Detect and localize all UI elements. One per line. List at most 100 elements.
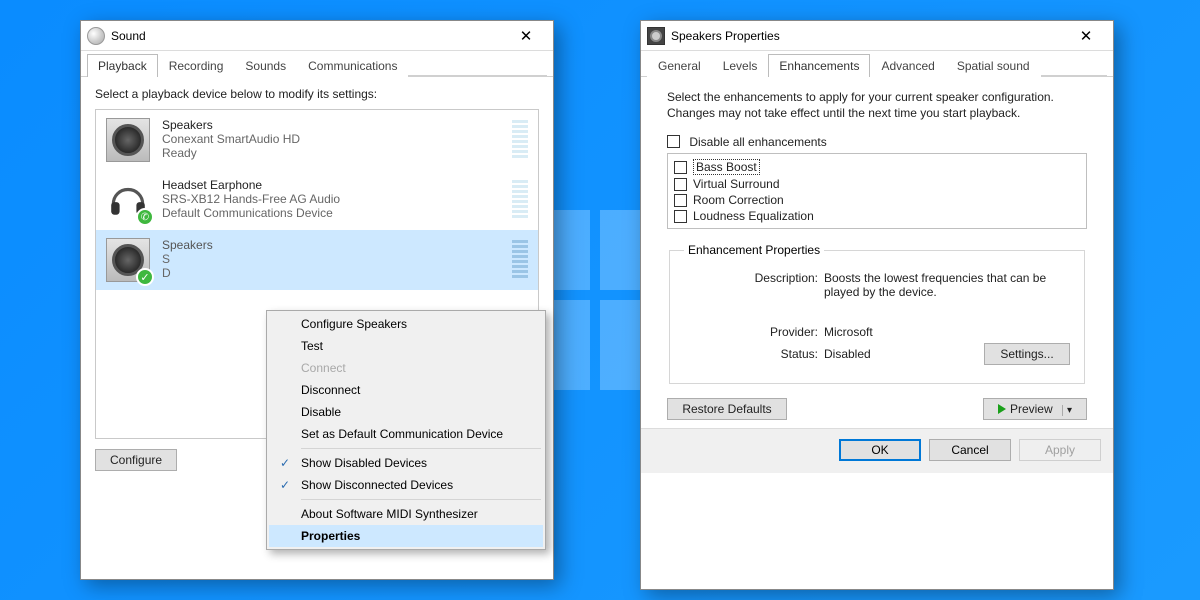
properties-tabstrip: General Levels Enhancements Advanced Spa… [641, 51, 1113, 77]
menu-show-disconnected[interactable]: ✓ Show Disconnected Devices [269, 474, 543, 496]
checkbox-bass-boost[interactable] [674, 161, 687, 174]
sound-title: Sound [111, 29, 505, 43]
device-icon-speaker: ✓ [106, 238, 150, 282]
tab-levels[interactable]: Levels [712, 54, 769, 77]
preview-button[interactable]: Preview [983, 398, 1087, 420]
checkbox-virtual-surround[interactable] [674, 178, 687, 191]
menu-configure-speakers[interactable]: Configure Speakers [269, 313, 543, 335]
close-icon[interactable]: ✕ [1065, 22, 1107, 50]
checkmark-icon: ✓ [277, 478, 293, 492]
menu-set-default-comm[interactable]: Set as Default Communication Device [269, 423, 543, 445]
properties-window: Speakers Properties ✕ General Levels Enh… [640, 20, 1114, 590]
device-status: Default Communications Device [162, 206, 500, 220]
menu-disable[interactable]: Disable [269, 401, 543, 423]
checkmark-icon: ✓ [277, 456, 293, 470]
play-icon [998, 404, 1006, 414]
menu-test[interactable]: Test [269, 335, 543, 357]
apply-button: Apply [1019, 439, 1101, 461]
enhancement-row[interactable]: Room Correction [674, 192, 1080, 208]
checkbox-room-correction[interactable] [674, 194, 687, 207]
disable-all-label: Disable all enhancements [689, 135, 826, 149]
enhancement-row[interactable]: Loudness Equalization [674, 208, 1080, 224]
device-icon-headset: ✆ [106, 178, 150, 222]
properties-title: Speakers Properties [671, 29, 1065, 43]
enhancements-intro: Select the enhancements to apply for you… [667, 89, 1087, 121]
menu-disconnect[interactable]: Disconnect [269, 379, 543, 401]
device-desc: S [162, 252, 500, 266]
description-label: Description: [684, 271, 824, 299]
disable-all-row[interactable]: Disable all enhancements [667, 135, 1087, 149]
tab-spatial-sound[interactable]: Spatial sound [946, 54, 1041, 77]
device-text: Headset Earphone SRS-XB12 Hands-Free AG … [162, 178, 500, 220]
level-meter-icon [512, 240, 528, 278]
dialog-footer: OK Cancel Apply [641, 428, 1113, 473]
device-name: Speakers [162, 238, 500, 252]
device-text: Speakers S D [162, 238, 500, 280]
description-row: Description: Boosts the lowest frequenci… [684, 271, 1070, 299]
configure-button[interactable]: Configure [95, 449, 177, 471]
status-label: Status: [684, 347, 824, 361]
enhancements-list[interactable]: Bass Boost Virtual Surround Room Correct… [667, 153, 1087, 229]
checkbox-disable-all[interactable] [667, 135, 680, 148]
enhancement-row[interactable]: Virtual Surround [674, 176, 1080, 192]
menu-show-disabled[interactable]: ✓ Show Disabled Devices [269, 452, 543, 474]
sound-tabstrip: Playback Recording Sounds Communications [81, 51, 553, 77]
menu-connect: Connect [269, 357, 543, 379]
enhancement-row[interactable]: Bass Boost [674, 158, 1080, 176]
restore-defaults-button[interactable]: Restore Defaults [667, 398, 787, 420]
close-icon[interactable]: ✕ [505, 22, 547, 50]
device-row[interactable]: ✆ Headset Earphone SRS-XB12 Hands-Free A… [96, 170, 538, 230]
properties-titlebar[interactable]: Speakers Properties ✕ [641, 21, 1113, 51]
tab-playback[interactable]: Playback [87, 54, 158, 77]
device-icon-speaker [106, 118, 150, 162]
tab-recording[interactable]: Recording [158, 54, 235, 77]
tab-enhancements[interactable]: Enhancements [768, 54, 870, 77]
menu-divider [301, 499, 541, 500]
enhancement-label: Virtual Surround [693, 177, 780, 191]
enhancement-label: Loudness Equalization [693, 209, 814, 223]
preview-label: Preview [1010, 402, 1053, 416]
settings-button[interactable]: Settings... [984, 343, 1070, 365]
menu-item-label: Show Disabled Devices [301, 456, 427, 470]
ok-button[interactable]: OK [839, 439, 921, 461]
menu-about-midi[interactable]: About Software MIDI Synthesizer [269, 503, 543, 525]
device-desc: SRS-XB12 Hands-Free AG Audio [162, 192, 500, 206]
provider-value: Microsoft [824, 325, 1070, 339]
group-legend: Enhancement Properties [684, 243, 824, 257]
level-meter-icon [512, 120, 528, 158]
check-badge-icon: ✓ [136, 268, 154, 286]
tab-communications[interactable]: Communications [297, 54, 408, 77]
enhancement-label: Bass Boost [693, 159, 760, 175]
sound-window: Sound ✕ Playback Recording Sounds Commun… [80, 20, 554, 580]
phone-badge-icon: ✆ [136, 208, 154, 226]
sound-icon [87, 27, 105, 45]
enhancement-label: Room Correction [693, 193, 784, 207]
description-value: Boosts the lowest frequencies that can b… [824, 271, 1070, 299]
device-name: Headset Earphone [162, 178, 500, 192]
cancel-button[interactable]: Cancel [929, 439, 1011, 461]
tab-advanced[interactable]: Advanced [870, 54, 945, 77]
device-context-menu[interactable]: Configure Speakers Test Connect Disconne… [266, 310, 546, 550]
sound-titlebar[interactable]: Sound ✕ [81, 21, 553, 51]
menu-properties[interactable]: Properties [269, 525, 543, 547]
device-desc: Conexant SmartAudio HD [162, 132, 500, 146]
device-status: Ready [162, 146, 500, 160]
panel-footer-row: Restore Defaults Preview [667, 398, 1087, 420]
tab-sounds[interactable]: Sounds [234, 54, 297, 77]
status-row: Status: Disabled Settings... [684, 343, 1070, 365]
checkbox-loudness-eq[interactable] [674, 210, 687, 223]
menu-divider [301, 448, 541, 449]
device-text: Speakers Conexant SmartAudio HD Ready [162, 118, 500, 160]
status-value: Disabled [824, 347, 871, 361]
device-row-selected[interactable]: ✓ Speakers S D [96, 230, 538, 290]
menu-item-label: Show Disconnected Devices [301, 478, 453, 492]
device-row[interactable]: Speakers Conexant SmartAudio HD Ready [96, 110, 538, 170]
tab-general[interactable]: General [647, 54, 712, 77]
device-status: D [162, 266, 500, 280]
sound-instruction: Select a playback device below to modify… [95, 87, 539, 101]
provider-row: Provider: Microsoft [684, 325, 1070, 339]
enhancement-properties-group: Enhancement Properties Description: Boos… [669, 243, 1085, 384]
speaker-icon [647, 27, 665, 45]
provider-label: Provider: [684, 325, 824, 339]
enhancements-panel: Select the enhancements to apply for you… [641, 77, 1113, 428]
